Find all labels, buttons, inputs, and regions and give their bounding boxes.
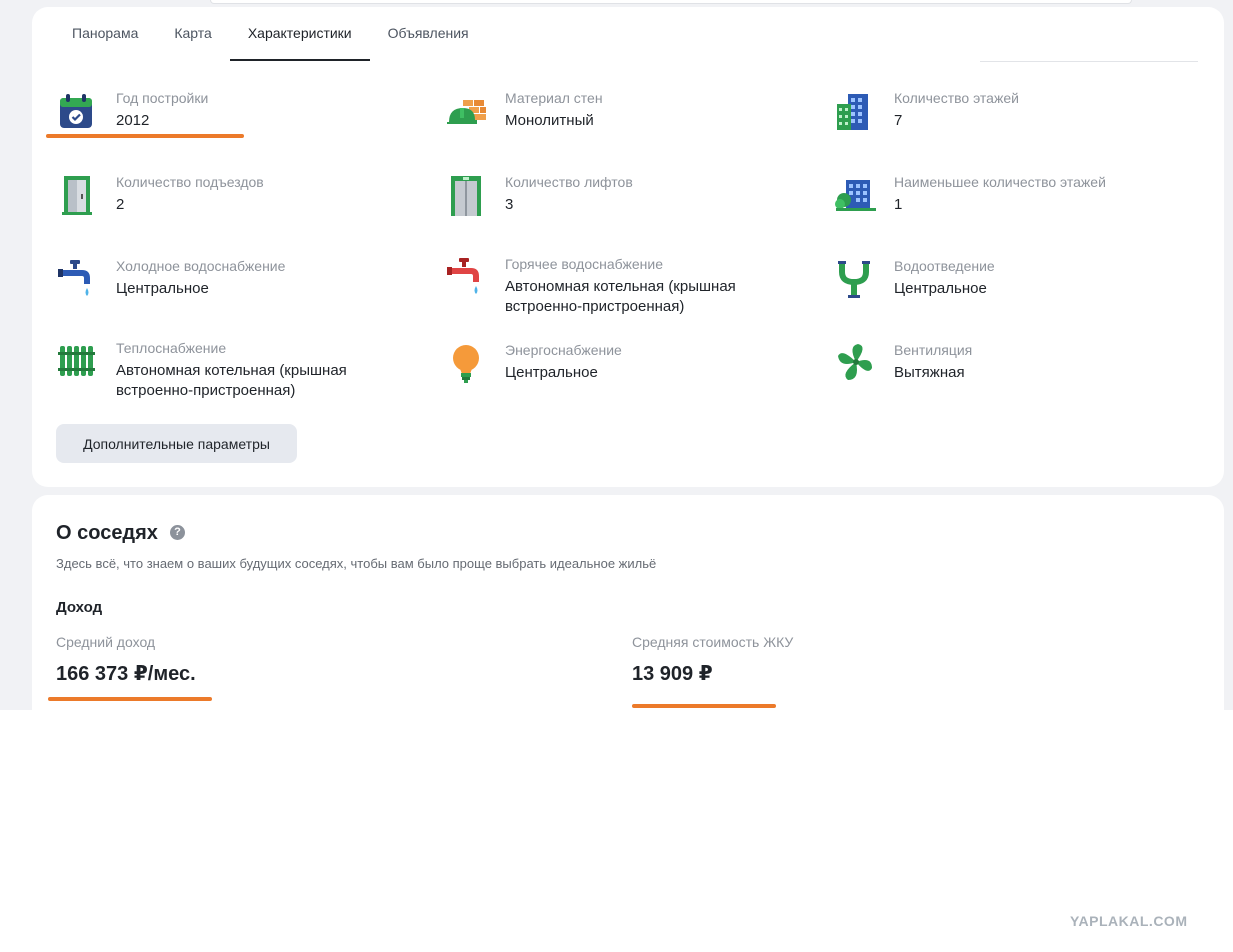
watermark: YAPLAKAL.COM	[1070, 913, 1188, 929]
avg-income-value: 166 373 ₽/мес.	[56, 663, 196, 685]
highlight-underline-utilities	[632, 704, 776, 708]
tab-characteristics[interactable]: Характеристики	[229, 7, 370, 61]
radiator-icon	[56, 340, 96, 384]
feature-label: Вентиляция	[894, 342, 973, 358]
tall-building-icon	[834, 90, 874, 134]
calendar-check-icon	[56, 90, 96, 134]
drain-pipe-icon	[834, 258, 874, 302]
tab-divider	[980, 61, 1198, 62]
income-heading: Доход	[56, 599, 103, 616]
feature-label: Количество этажей	[894, 90, 1019, 106]
utilities-value: 13 909 ₽	[632, 663, 713, 685]
feature-label: Материал стен	[505, 90, 603, 106]
tab-bar: Панорама Карта Характеристики Объявления	[54, 7, 487, 61]
section-title: О соседях	[56, 522, 158, 544]
feature-label: Теплоснабжение	[116, 340, 227, 356]
feature-value: Автономная котельная (крышная встроенно-…	[116, 362, 347, 399]
elevator-icon	[445, 174, 485, 218]
feature-value: Центральное	[505, 364, 598, 381]
tab-panorama[interactable]: Панорама	[54, 7, 156, 61]
feature-value: 2012	[116, 112, 150, 129]
tab-listings[interactable]: Объявления	[370, 7, 487, 61]
feature-label: Наименьшее количество этажей	[894, 174, 1106, 190]
feature-value: Центральное	[116, 280, 209, 297]
top-search-strip	[210, 0, 1132, 4]
feature-value: Монолитный	[505, 112, 594, 129]
feature-value: 7	[894, 112, 903, 129]
feature-label: Количество подъездов	[116, 174, 264, 190]
feature-label: Энергоснабжение	[505, 342, 622, 358]
feature-value: 1	[894, 196, 903, 213]
light-bulb-icon	[445, 342, 485, 386]
help-icon[interactable]: ?	[170, 525, 185, 540]
feature-label: Холодное водоснабжение	[116, 258, 286, 274]
feature-value: Вытяжная	[894, 364, 965, 381]
cold-water-tap-icon	[56, 258, 96, 302]
utilities-label: Средняя стоимость ЖКУ	[632, 634, 794, 650]
neighbors-card: О соседях ? Здесь всё, что знаем о ваших…	[32, 495, 1224, 710]
feature-label: Количество лифтов	[505, 174, 633, 190]
more-params-button[interactable]: Дополнительные параметры	[56, 424, 297, 463]
feature-value: Автономная котельная (крышная встроенно-…	[505, 278, 736, 315]
highlight-underline-year	[46, 134, 244, 138]
feature-label: Год постройки	[116, 90, 209, 106]
feature-value: 2	[116, 196, 125, 213]
feature-label: Водоотведение	[894, 258, 995, 274]
avg-income-label: Средний доход	[56, 634, 156, 650]
feature-value: 3	[505, 196, 514, 213]
highlight-underline-income	[48, 697, 212, 701]
characteristics-card: Панорама Карта Характеристики Объявления…	[32, 7, 1224, 487]
brick-helmet-icon	[445, 90, 486, 134]
hot-water-tap-icon	[445, 256, 485, 300]
fan-icon	[834, 342, 874, 386]
low-building-icon	[834, 174, 876, 218]
tab-map[interactable]: Карта	[156, 7, 229, 61]
feature-value: Центральное	[894, 280, 987, 297]
feature-label: Горячее водоснабжение	[505, 256, 663, 272]
section-subtitle: Здесь всё, что знаем о ваших будущих сос…	[56, 556, 657, 571]
entrance-door-icon	[56, 174, 96, 218]
